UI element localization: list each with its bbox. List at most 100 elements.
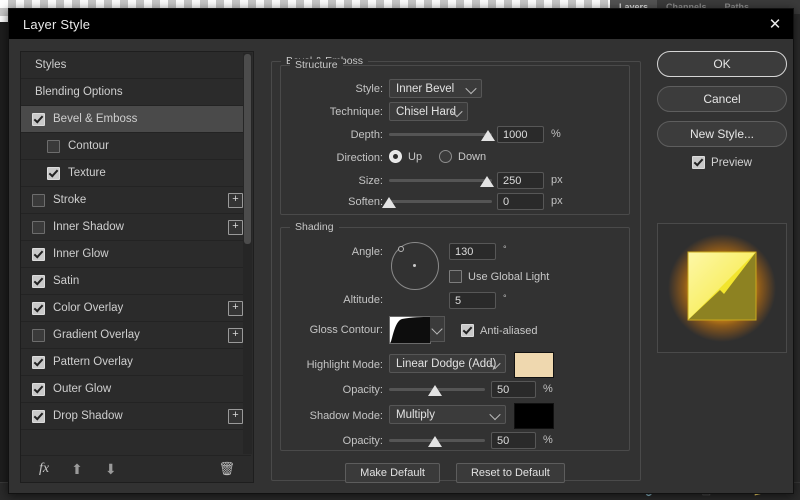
technique-select[interactable]: Chisel Hard — [389, 102, 468, 121]
highlight-color-swatch[interactable] — [514, 352, 554, 378]
add-effect-icon[interactable]: + — [228, 301, 243, 316]
styles-list-item[interactable]: Inner Glow — [21, 241, 251, 268]
depth-label: Depth: — [350, 129, 383, 141]
preview-checkbox[interactable]: Preview — [657, 156, 787, 169]
fx-icon[interactable]: fx — [39, 461, 49, 477]
highlight-mode-select[interactable]: Linear Dodge (Add) — [389, 354, 506, 373]
anti-aliased-checkbox[interactable]: Anti-aliased — [461, 324, 537, 337]
angle-dial-handle[interactable] — [397, 245, 404, 252]
dialog-actions: OK Cancel New Style... Preview — [657, 51, 787, 481]
angle-label: Angle: — [351, 246, 383, 258]
direction-up-radio[interactable]: Up — [389, 150, 422, 163]
styles-list-item-label: Styles — [35, 59, 67, 71]
shadow-color-swatch[interactable] — [514, 403, 554, 429]
shadow-opacity-label: Opacity: — [342, 435, 383, 447]
shadow-mode-label: Shadow Mode: — [309, 410, 383, 422]
styles-list-item[interactable]: Inner Shadow + — [21, 214, 251, 241]
checkbox-checked-icon[interactable] — [47, 166, 60, 180]
size-unit: px — [551, 174, 563, 186]
gloss-contour-dropdown[interactable] — [430, 316, 445, 342]
highlight-opacity-thumb[interactable] — [428, 385, 443, 396]
styles-list-item[interactable]: Color Overlay + — [21, 295, 251, 322]
style-select[interactable]: Inner Bevel — [389, 79, 482, 98]
new-style-button[interactable]: New Style... — [657, 121, 787, 147]
checkbox-checked-icon[interactable] — [32, 247, 45, 261]
checkbox-unchecked-icon[interactable] — [32, 328, 45, 342]
style-label: Style: — [355, 83, 383, 95]
styles-scrollbar[interactable] — [243, 53, 252, 454]
checkbox-unchecked-icon[interactable] — [47, 139, 60, 153]
shadow-opacity-slider[interactable] — [389, 434, 485, 448]
styles-list-item-label: Satin — [53, 275, 80, 287]
checkbox-checked-icon[interactable] — [32, 355, 45, 369]
checkbox-checked-icon[interactable] — [32, 112, 45, 126]
gloss-contour-label: Gloss Contour: — [309, 324, 383, 336]
use-global-light-checkbox[interactable]: Use Global Light — [449, 270, 549, 283]
checkbox-checked-icon — [692, 156, 706, 169]
styles-footer-toolbar: fx ⬆ ⬇ 🗑 — [21, 455, 251, 482]
highlight-opacity-slider[interactable] — [389, 383, 485, 397]
styles-list-item[interactable]: Stroke + — [21, 187, 251, 214]
checkbox-checked-icon[interactable] — [32, 301, 45, 315]
add-effect-icon[interactable]: + — [228, 193, 243, 208]
shadow-opacity-thumb[interactable] — [428, 436, 443, 447]
add-effect-icon[interactable]: + — [228, 328, 243, 343]
styles-list-item[interactable]: Bevel & Emboss — [21, 106, 251, 133]
checkbox-unchecked-icon[interactable] — [32, 220, 45, 234]
shadow-mode-select[interactable]: Multiply — [389, 405, 506, 424]
checkbox-unchecked-icon[interactable] — [32, 193, 45, 207]
dialog-titlebar: Layer Style ✕ — [9, 9, 793, 39]
styles-list-item-label: Inner Glow — [53, 248, 109, 260]
styles-list-item[interactable]: Outer Glow — [21, 376, 251, 403]
cancel-button[interactable]: Cancel — [657, 86, 787, 112]
styles-list-item-label: Pattern Overlay — [53, 356, 133, 368]
chevron-down-icon — [489, 408, 501, 421]
chevron-down-icon — [431, 323, 443, 335]
highlight-opacity-input[interactable]: 50 — [491, 381, 536, 398]
scrollbar-thumb[interactable] — [244, 54, 251, 244]
styles-list-item[interactable]: Styles — [21, 52, 251, 79]
add-effect-icon[interactable]: + — [228, 220, 243, 235]
direction-down-radio[interactable]: Down — [439, 150, 486, 163]
size-input[interactable]: 250 — [497, 172, 544, 189]
size-slider-thumb[interactable] — [479, 176, 494, 187]
angle-dial[interactable] — [391, 242, 439, 290]
add-effect-icon[interactable]: + — [228, 409, 243, 424]
make-default-button[interactable]: Make Default — [345, 463, 440, 483]
shadow-opacity-input[interactable]: 50 — [491, 432, 536, 449]
gloss-contour-thumbnail[interactable] — [389, 316, 431, 344]
styles-list-item[interactable]: Drop Shadow + — [21, 403, 251, 430]
depth-slider[interactable] — [389, 128, 495, 142]
arrow-down-icon[interactable]: ⬇ — [105, 462, 117, 476]
depth-slider-thumb[interactable] — [480, 130, 495, 141]
soften-slider-track — [389, 200, 492, 203]
styles-list-item[interactable]: Blending Options — [21, 79, 251, 106]
size-slider[interactable] — [389, 174, 494, 188]
checkbox-checked-icon[interactable] — [32, 409, 45, 423]
style-select-value: Inner Bevel — [396, 83, 455, 95]
depth-slider-track — [389, 133, 492, 136]
depth-input[interactable]: 1000 — [497, 126, 544, 143]
styles-list[interactable]: Styles Blending Options Bevel & Emboss Cont… — [21, 52, 251, 455]
soften-slider-thumb[interactable] — [382, 197, 396, 208]
styles-list-item[interactable]: Contour — [21, 133, 251, 160]
angle-input[interactable]: 130 — [449, 243, 496, 260]
soften-slider[interactable] — [382, 195, 492, 209]
styles-list-item[interactable]: Pattern Overlay — [21, 349, 251, 376]
styles-list-item-label: Inner Shadow — [53, 221, 124, 233]
arrow-up-icon[interactable]: ⬆ — [71, 462, 83, 476]
close-icon[interactable]: ✕ — [765, 14, 785, 34]
trash-icon[interactable]: 🗑 — [218, 461, 235, 477]
ok-button[interactable]: OK — [657, 51, 787, 77]
highlight-opacity-label: Opacity: — [342, 384, 383, 396]
checkbox-checked-icon[interactable] — [32, 274, 45, 288]
soften-input[interactable]: 0 — [497, 193, 544, 210]
styles-list-item-label: Color Overlay — [53, 302, 124, 314]
checkbox-checked-icon[interactable] — [32, 382, 45, 396]
styles-list-item[interactable]: Satin — [21, 268, 251, 295]
styles-list-item[interactable]: Texture — [21, 160, 251, 187]
altitude-input[interactable]: 5 — [449, 292, 496, 309]
reset-to-default-button[interactable]: Reset to Default — [455, 463, 565, 483]
styles-list-item[interactable]: Gradient Overlay + — [21, 322, 251, 349]
gloss-contour-curve — [390, 317, 430, 343]
